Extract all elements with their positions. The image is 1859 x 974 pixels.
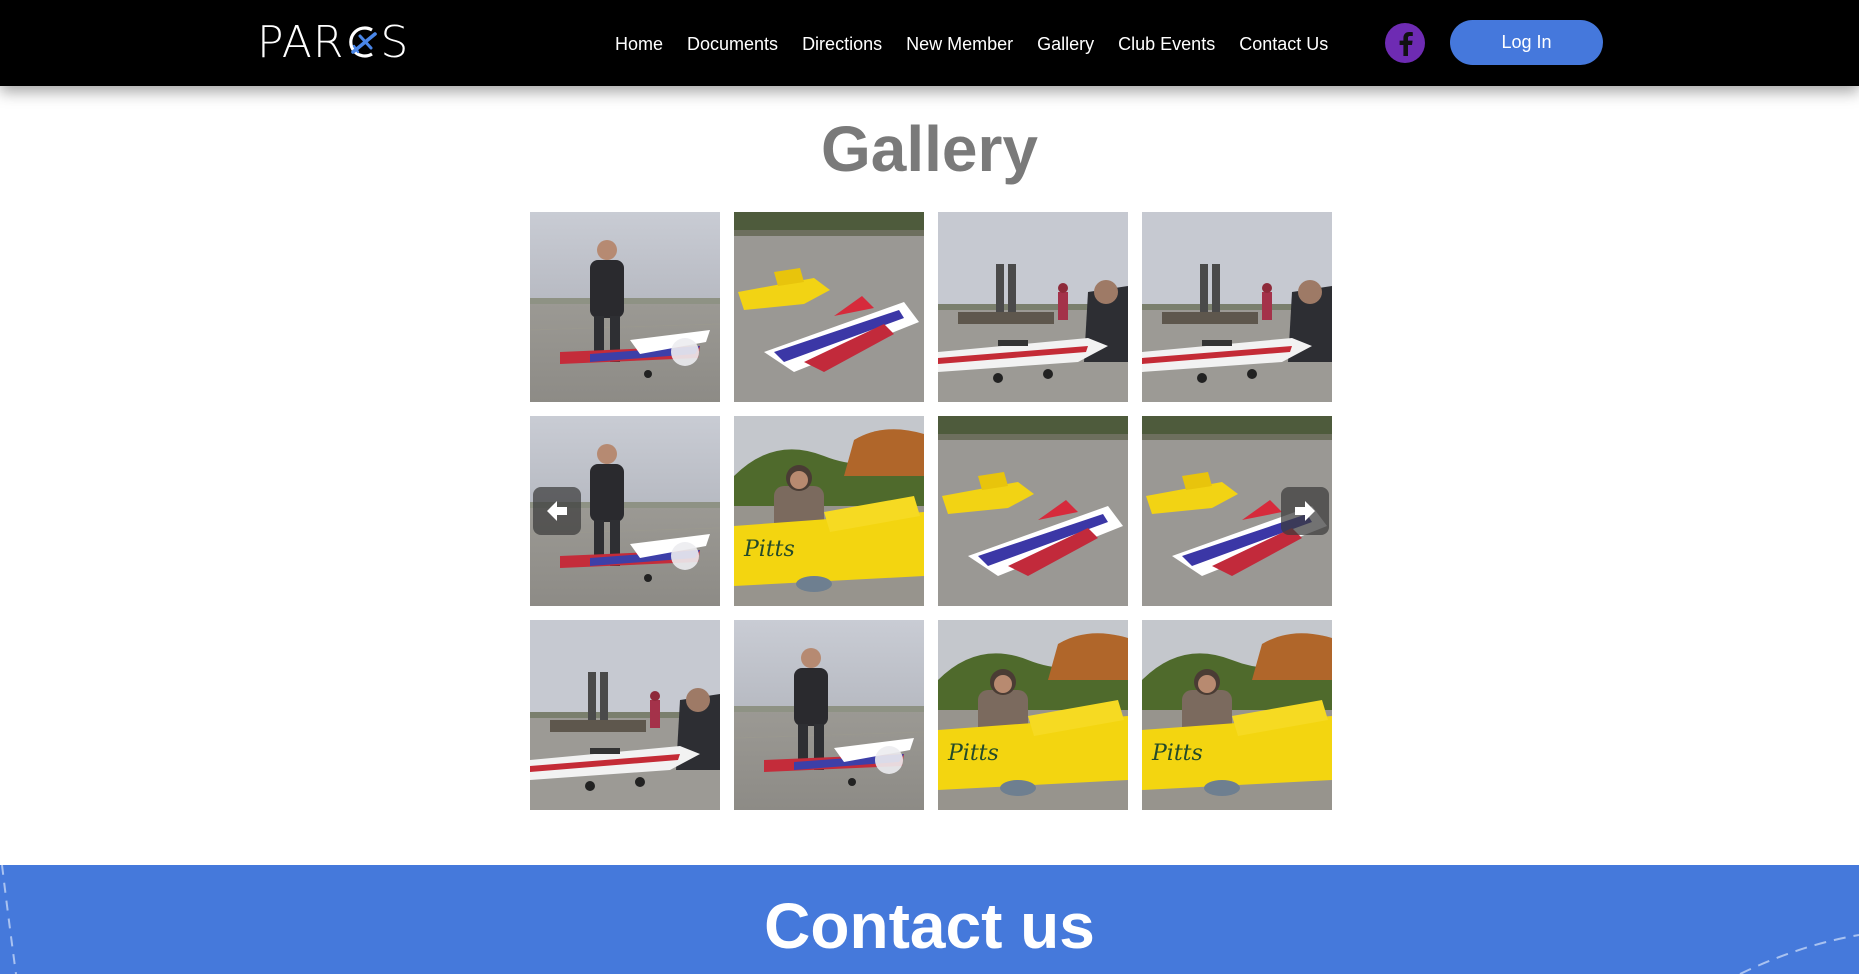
gallery-photo-2[interactable] bbox=[734, 212, 924, 402]
site-logo[interactable]: PAR S bbox=[257, 17, 409, 68]
nav-new-member[interactable]: New Member bbox=[906, 34, 1013, 55]
gallery-photo-4[interactable] bbox=[1142, 212, 1332, 402]
gallery-photo-6[interactable] bbox=[734, 416, 924, 606]
arrow-right-icon bbox=[1295, 501, 1315, 521]
gallery-title: Gallery bbox=[820, 113, 1039, 185]
arrow-left-icon bbox=[547, 501, 567, 521]
gallery-photo-3[interactable] bbox=[938, 212, 1128, 402]
login-button[interactable]: Log In bbox=[1450, 20, 1603, 65]
gallery-photo-10[interactable] bbox=[734, 620, 924, 810]
nav-club-events[interactable]: Club Events bbox=[1118, 34, 1215, 55]
contact-section: Contact us bbox=[0, 865, 1859, 974]
gallery-photo-12[interactable] bbox=[1142, 620, 1332, 810]
nav-directions[interactable]: Directions bbox=[802, 34, 882, 55]
gallery-photo-1[interactable] bbox=[530, 212, 720, 402]
logo-text-right: S bbox=[380, 16, 410, 68]
gallery-photo-11[interactable] bbox=[938, 620, 1128, 810]
airplane-logo-icon bbox=[345, 22, 379, 62]
gallery-grid bbox=[530, 212, 1334, 810]
main-nav: Home Documents Directions New Member Gal… bbox=[615, 30, 1352, 58]
gallery-photo-9[interactable] bbox=[530, 620, 720, 810]
gallery-photo-7[interactable] bbox=[938, 416, 1128, 606]
nav-home[interactable]: Home bbox=[615, 34, 663, 55]
gallery-next-button[interactable] bbox=[1281, 487, 1329, 535]
nav-gallery[interactable]: Gallery bbox=[1037, 34, 1094, 55]
logo-text-left: PAR bbox=[257, 16, 345, 68]
nav-documents[interactable]: Documents bbox=[687, 34, 778, 55]
facebook-icon[interactable] bbox=[1385, 23, 1425, 63]
nav-contact-us[interactable]: Contact Us bbox=[1239, 34, 1328, 55]
gallery-prev-button[interactable] bbox=[533, 487, 581, 535]
site-header: PAR S Home Documents Directions New Memb… bbox=[0, 0, 1859, 86]
contact-title: Contact us bbox=[764, 890, 1095, 962]
